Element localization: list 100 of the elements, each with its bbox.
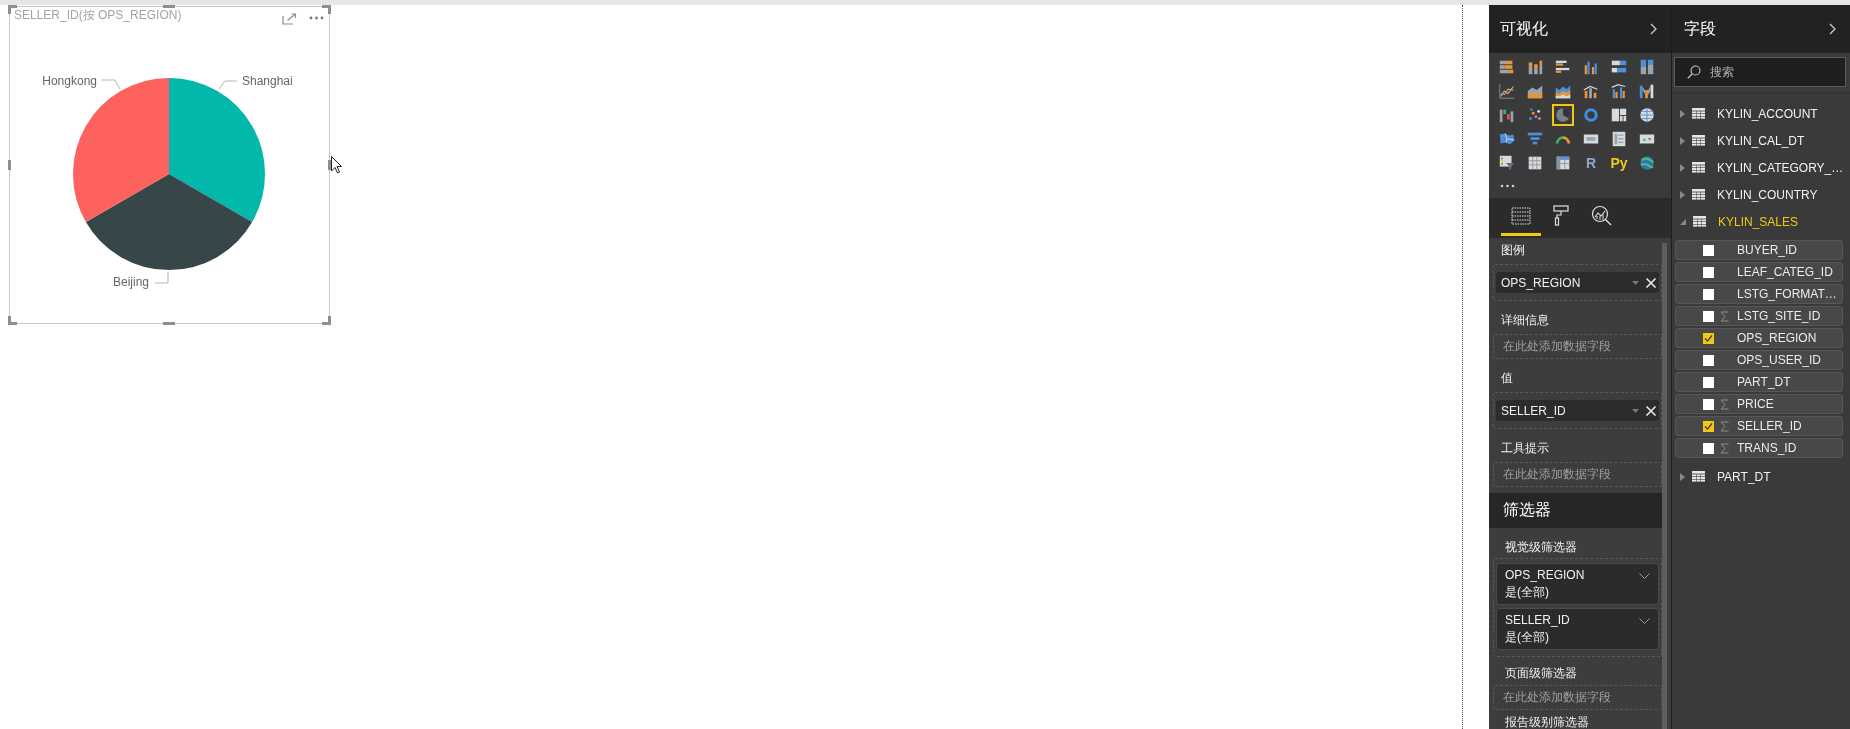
table-item[interactable]: KYLIN_COUNTRY bbox=[1692, 184, 1818, 205]
line-chart-icon bbox=[1498, 82, 1516, 100]
expand-arrow-icon[interactable] bbox=[1680, 472, 1685, 481]
focus-mode-icon[interactable] bbox=[282, 13, 297, 25]
filter-condition: 是(全部) bbox=[1505, 584, 1550, 601]
visual-type-button[interactable]: R bbox=[1580, 152, 1602, 174]
expand-arrow-icon[interactable] bbox=[1680, 136, 1685, 145]
checkbox[interactable] bbox=[1703, 244, 1714, 256]
well-label: 图例 bbox=[1500, 242, 1526, 259]
chevron-down-icon[interactable] bbox=[1639, 573, 1650, 579]
table-item[interactable]: KYLIN_CATEGORY_… bbox=[1692, 157, 1844, 178]
globe-icon bbox=[1638, 106, 1656, 124]
ribbon-chart-icon bbox=[1638, 82, 1656, 100]
table-icon bbox=[1692, 189, 1705, 200]
magnifier-chart-icon bbox=[1590, 205, 1612, 226]
checkbox[interactable] bbox=[1703, 332, 1714, 344]
table-icon bbox=[1692, 135, 1705, 146]
field-item[interactable]: PART_DT bbox=[1675, 372, 1843, 392]
checkbox[interactable] bbox=[1703, 310, 1714, 322]
resize-handle[interactable] bbox=[163, 322, 175, 325]
checkbox[interactable] bbox=[1703, 288, 1714, 300]
field-item[interactable]: LSTG_FORMAT… bbox=[1675, 284, 1843, 304]
well-label: 值 bbox=[1500, 370, 1514, 387]
pie-slice[interactable] bbox=[85, 174, 253, 270]
pane-title: 可视化 bbox=[1500, 18, 1548, 39]
matrix-icon bbox=[1554, 154, 1572, 172]
slice-label: Shanghai bbox=[242, 74, 293, 89]
pie-chart-icon bbox=[1554, 106, 1572, 124]
chevron-icon[interactable] bbox=[1650, 23, 1657, 35]
well-label: 详细信息 bbox=[1500, 312, 1550, 329]
slice-label: Hongkong bbox=[42, 74, 97, 89]
resize-handle[interactable] bbox=[163, 5, 175, 8]
table-icon bbox=[1692, 471, 1705, 482]
paint-roller-icon bbox=[1553, 205, 1569, 226]
slice-label: Beijing bbox=[112, 275, 149, 290]
visual-type-button[interactable]: Py bbox=[1608, 152, 1630, 174]
table-item[interactable]: KYLIN_CAL_DT bbox=[1692, 130, 1805, 151]
close-icon[interactable] bbox=[1646, 405, 1656, 416]
resize-handle[interactable] bbox=[322, 5, 331, 14]
resize-handle[interactable] bbox=[322, 316, 331, 325]
search-icon bbox=[1687, 65, 1701, 79]
expand-arrow-icon[interactable] bbox=[1680, 163, 1685, 172]
collapse-arrow-icon[interactable] bbox=[1680, 218, 1686, 225]
caret-icon[interactable] bbox=[1632, 280, 1639, 285]
field-item[interactable]: TRANS_ID bbox=[1675, 438, 1843, 458]
table-item[interactable]: KYLIN_SALES bbox=[1693, 211, 1799, 232]
field-pill[interactable]: SELLER_ID bbox=[1496, 400, 1659, 421]
filter-section-label: 视觉级筛选器 bbox=[1504, 539, 1578, 556]
scrollbar[interactable] bbox=[1662, 243, 1667, 729]
filter-section-label: 页面级筛选器 bbox=[1504, 665, 1578, 682]
mouse-pointer-icon bbox=[331, 156, 342, 174]
filter-card[interactable]: OPS_REGION 是(全部) bbox=[1496, 563, 1659, 605]
more-icon[interactable] bbox=[1500, 184, 1515, 188]
visual-type-button[interactable] bbox=[1552, 104, 1574, 126]
field-item[interactable]: LEAF_CATEG_ID bbox=[1675, 262, 1843, 282]
multi-row-card-icon bbox=[1610, 130, 1628, 148]
section-header: 筛选器 bbox=[1489, 493, 1662, 528]
resize-handle[interactable] bbox=[328, 160, 331, 170]
leader-line bbox=[154, 271, 169, 284]
table-item[interactable]: PART_DT bbox=[1692, 466, 1771, 487]
donut-chart-icon bbox=[1582, 106, 1600, 124]
field-item[interactable]: LSTG_SITE_ID bbox=[1675, 306, 1843, 326]
well-label: 工具提示 bbox=[1500, 440, 1550, 457]
more-icon[interactable] bbox=[309, 16, 324, 20]
filter-section-label: 报告级别筛选器 bbox=[1504, 715, 1590, 729]
filter-condition: 是(全部) bbox=[1505, 629, 1550, 646]
checkbox[interactable] bbox=[1703, 354, 1714, 366]
full-stacked-column-chart-icon bbox=[1638, 58, 1656, 76]
visual-title: SELLER_ID(按 OPS_REGION) bbox=[14, 8, 182, 22]
expand-arrow-icon[interactable] bbox=[1680, 109, 1685, 118]
resize-handle[interactable] bbox=[8, 5, 17, 14]
checkbox[interactable] bbox=[1703, 376, 1714, 388]
leader-line bbox=[218, 80, 238, 90]
close-icon[interactable] bbox=[1646, 277, 1656, 288]
pie-chart-visual[interactable]: SELLER_ID(按 OPS_REGION) Shanghai Beijing Hongkong bbox=[9, 6, 330, 324]
field-item[interactable]: BUYER_ID bbox=[1675, 240, 1843, 260]
resize-handle[interactable] bbox=[8, 160, 11, 170]
search-field[interactable]: 搜索 bbox=[1674, 57, 1846, 87]
checkbox[interactable] bbox=[1703, 442, 1714, 454]
table-item[interactable]: KYLIN_ACCOUNT bbox=[1692, 103, 1818, 124]
leader-line bbox=[101, 79, 121, 90]
checkbox[interactable] bbox=[1703, 398, 1714, 410]
chevron-down-icon[interactable] bbox=[1639, 618, 1650, 624]
resize-handle[interactable] bbox=[8, 316, 17, 325]
field-pill[interactable]: OPS_REGION bbox=[1496, 272, 1659, 293]
treemap-icon bbox=[1610, 106, 1628, 124]
filter-card[interactable]: SELLER_ID 是(全部) bbox=[1496, 608, 1659, 650]
field-item[interactable]: OPS_USER_ID bbox=[1675, 350, 1843, 370]
caret-icon[interactable] bbox=[1632, 408, 1639, 413]
chevron-icon[interactable] bbox=[1829, 23, 1836, 35]
field-item[interactable]: OPS_REGION bbox=[1675, 328, 1843, 348]
clustered-bar-chart-icon bbox=[1554, 58, 1572, 76]
expand-arrow-icon[interactable] bbox=[1680, 190, 1685, 199]
stacked-column-chart-icon bbox=[1526, 58, 1544, 76]
checkbox[interactable] bbox=[1703, 266, 1714, 278]
field-item[interactable]: SELLER_ID bbox=[1675, 416, 1843, 436]
table-icon bbox=[1526, 154, 1544, 172]
field-item[interactable]: PRICE bbox=[1675, 394, 1843, 414]
dashed-grid-icon bbox=[1511, 205, 1531, 226]
checkbox[interactable] bbox=[1703, 420, 1714, 432]
